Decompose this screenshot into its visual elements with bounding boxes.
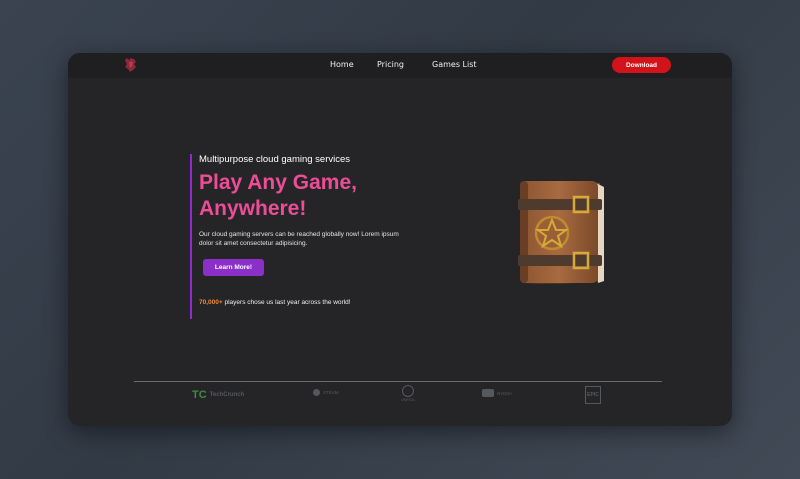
epic-icon: EPIC [585, 386, 601, 404]
hero-subtitle: Multipurpose cloud gaming services [199, 154, 351, 165]
nvidia-logo: NVIDIA [482, 389, 512, 397]
nav-link-home[interactable]: Home [330, 60, 354, 69]
player-stats: 70,000+ players chose us last year acros… [199, 299, 351, 306]
hero-description: Our cloud gaming servers can be reached … [199, 231, 399, 247]
nvidia-label: NVIDIA [497, 390, 513, 396]
learn-more-button[interactable]: Learn More! [203, 259, 264, 276]
headline-line-1: Play Any Game, [199, 171, 357, 194]
stats-text: players chose us last year across the wo… [222, 299, 351, 306]
navbar: Home Pricing Games List Download [68, 53, 732, 78]
nav-link-pricing[interactable]: Pricing [377, 60, 404, 69]
techcrunch-label: TechCrunch [209, 392, 245, 398]
nvidia-icon [482, 389, 494, 397]
hero-accent-bar [190, 154, 192, 319]
download-button[interactable]: Download [612, 57, 671, 73]
brand-logo-icon[interactable] [124, 57, 137, 73]
techcrunch-logo: TC TechCrunch [192, 389, 244, 401]
headline-line-2: Anywhere! [199, 197, 307, 220]
unreal-label: UNREAL [401, 398, 416, 402]
hero-headline: Play Any Game, Anywhere! [199, 170, 357, 222]
spellbook-illustration [518, 181, 604, 284]
steam-label: STEAM [323, 390, 339, 395]
steam-logo: STEAM [313, 389, 339, 396]
partners-divider [134, 381, 662, 382]
unreal-logo: UNREAL [401, 385, 415, 402]
unreal-icon [402, 385, 415, 397]
techcrunch-mark-icon: TC [192, 389, 207, 401]
stats-number: 70,000+ [199, 299, 223, 306]
steam-icon [313, 389, 320, 396]
epic-games-logo: EPIC [585, 386, 601, 404]
app-window: Home Pricing Games List Download Multipu… [68, 53, 732, 426]
nav-link-games-list[interactable]: Games List [432, 60, 477, 69]
